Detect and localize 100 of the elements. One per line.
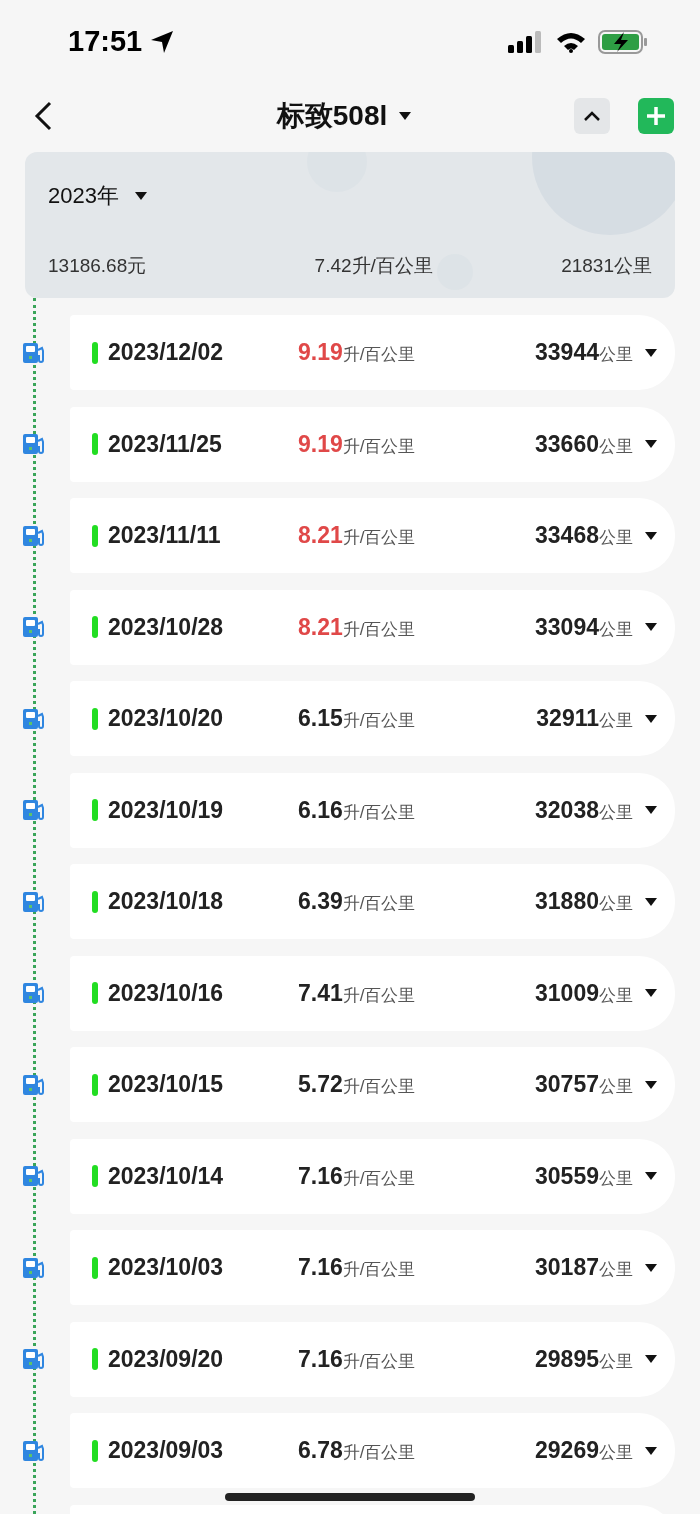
- record-date: 2023/10/03: [108, 1253, 225, 1283]
- consumption-unit: 升/百公里: [342, 1350, 416, 1373]
- consumption-value: 6.16: [298, 795, 343, 825]
- mileage-value: 33094: [535, 612, 599, 642]
- mileage-value: 32911: [536, 704, 599, 734]
- mileage-value: 32038: [535, 795, 599, 825]
- mileage-unit: 公里: [599, 1351, 633, 1373]
- record-card[interactable]: 2023/10/03 7.16升/百公里 30187公里: [70, 1230, 675, 1305]
- fuel-pump-icon: [22, 889, 46, 914]
- record-date: 2023/10/28: [108, 612, 225, 642]
- year-selector[interactable]: 2023年: [48, 179, 119, 212]
- record-date: 2023/09/20: [108, 1344, 225, 1374]
- fuel-pump-icon: [22, 340, 46, 365]
- mileage-value: 30187: [535, 1253, 599, 1283]
- record-card[interactable]: 2023/09/20 7.16升/百公里 29895公里: [70, 1321, 675, 1397]
- expand-caret-icon: [645, 1355, 657, 1363]
- record-card[interactable]: 2023/10/16 7.41升/百公里 31009公里: [70, 955, 675, 1031]
- record-marker: [92, 1073, 98, 1096]
- back-icon[interactable]: [32, 101, 54, 131]
- record-date: 2023/10/19: [108, 795, 225, 825]
- consumption-unit: 升/百公里: [342, 893, 416, 916]
- vehicle-title[interactable]: 标致508l: [276, 95, 388, 137]
- fuel-pump-icon: [22, 1255, 46, 1280]
- expand-caret-icon: [645, 348, 657, 357]
- consumption-value: 7.41: [298, 978, 343, 1008]
- consumption-value: 6.78: [298, 1436, 343, 1466]
- consumption-unit: 升/百公里: [342, 528, 416, 550]
- battery-charging-icon: [598, 30, 648, 54]
- mileage-unit: 公里: [599, 894, 633, 916]
- signal-icon: [508, 31, 544, 53]
- mileage-unit: 公里: [599, 436, 633, 458]
- mileage-value: 29269: [535, 1436, 599, 1466]
- consumption-unit: 升/百公里: [342, 1442, 416, 1465]
- consumption-unit: 升/百公里: [342, 435, 416, 458]
- record-card[interactable]: 2023/10/15 5.72升/百公里 30757公里: [70, 1047, 675, 1122]
- consumption-unit: 升/百公里: [342, 344, 416, 367]
- consumption-unit: 升/百公里: [342, 801, 416, 824]
- consumption-value: 9.19: [298, 338, 343, 368]
- mileage-value: 33660: [535, 429, 599, 459]
- record-date: 2023/10/14: [108, 1161, 225, 1191]
- fuel-pump-icon: [22, 981, 46, 1005]
- record-date: 2023/10/20: [108, 704, 225, 734]
- consumption-unit: 升/百公里: [342, 1259, 416, 1282]
- consumption-value: 8.21: [298, 612, 343, 642]
- consumption-unit: 升/百公里: [342, 985, 416, 1007]
- expand-caret-icon: [645, 531, 657, 540]
- year-caret-icon: [134, 191, 147, 200]
- consumption-value: 7.16: [298, 1253, 343, 1283]
- record-marker: [92, 524, 98, 547]
- record-marker: [92, 890, 98, 913]
- fuel-pump-icon: [22, 432, 46, 456]
- fuel-pump-icon: [22, 798, 46, 822]
- record-marker: [92, 1439, 98, 1462]
- record-date: 2023/11/11: [108, 521, 222, 551]
- expand-caret-icon: [645, 1172, 657, 1180]
- total-cost: 13186.68元: [48, 253, 147, 278]
- consumption-value: 6.39: [298, 887, 343, 917]
- consumption-value: 6.15: [298, 704, 343, 734]
- record-card[interactable]: 2023/09/03 6.78升/百公里 29269公里: [70, 1413, 675, 1488]
- fuel-pump-icon: [22, 1347, 46, 1371]
- record-card[interactable]: 2023/10/14 7.16升/百公里 30559公里: [70, 1138, 675, 1214]
- record-marker: [92, 707, 98, 730]
- add-button[interactable]: [638, 98, 674, 134]
- consumption-value: 7.16: [298, 1161, 343, 1191]
- fuel-pump-icon: [22, 615, 46, 639]
- record-card[interactable]: 2023/10/20 6.15升/百公里 32911公里: [70, 681, 675, 756]
- record-card[interactable]: 2023/11/11 8.21升/百公里 33468公里: [70, 498, 675, 573]
- collapse-button[interactable]: [574, 98, 610, 134]
- record-card[interactable]: 2023/12/02 9.19升/百公里 33944公里: [70, 315, 675, 390]
- mileage-value: 33944: [535, 338, 599, 368]
- fuel-pump-icon: [22, 1072, 46, 1097]
- mileage-value: 31880: [535, 887, 599, 917]
- mileage-unit: 公里: [599, 1443, 633, 1465]
- mileage-value: 30757: [535, 1070, 599, 1100]
- expand-caret-icon: [645, 623, 657, 631]
- mileage-value: 31009: [535, 978, 599, 1008]
- consumption-value: 9.19: [298, 429, 343, 459]
- mileage-unit: 公里: [599, 1168, 633, 1190]
- record-marker: [92, 433, 98, 455]
- mileage-unit: 公里: [599, 619, 633, 641]
- record-card[interactable]: 2023/10/19 6.16升/百公里 32038公里: [70, 772, 675, 848]
- consumption-unit: 升/百公里: [342, 710, 416, 733]
- record-date: 2023/11/25: [108, 429, 223, 459]
- record-marker: [92, 799, 98, 821]
- record-card[interactable]: 2023/10/28 8.21升/百公里 33094公里: [70, 589, 675, 665]
- record-date: 2023/12/02: [108, 338, 225, 368]
- mileage-unit: 公里: [599, 528, 633, 550]
- mileage-unit: 公里: [599, 985, 633, 1007]
- record-card[interactable]: 2023/11/25 9.19升/百公里 33660公里: [70, 406, 675, 482]
- record-card[interactable]: 2023/10/18 6.39升/百公里 31880公里: [70, 864, 675, 939]
- status-time: 17:51: [68, 24, 143, 60]
- consumption-unit: 升/百公里: [342, 619, 416, 641]
- mileage-value: 30559: [535, 1161, 599, 1191]
- expand-caret-icon: [645, 806, 657, 814]
- record-date: 2023/10/15: [108, 1070, 225, 1100]
- expand-caret-icon: [645, 440, 657, 448]
- dropdown-caret-icon: [399, 112, 412, 120]
- record-marker: [92, 1165, 98, 1187]
- consumption-unit: 升/百公里: [342, 1076, 416, 1099]
- expand-caret-icon: [645, 1446, 657, 1455]
